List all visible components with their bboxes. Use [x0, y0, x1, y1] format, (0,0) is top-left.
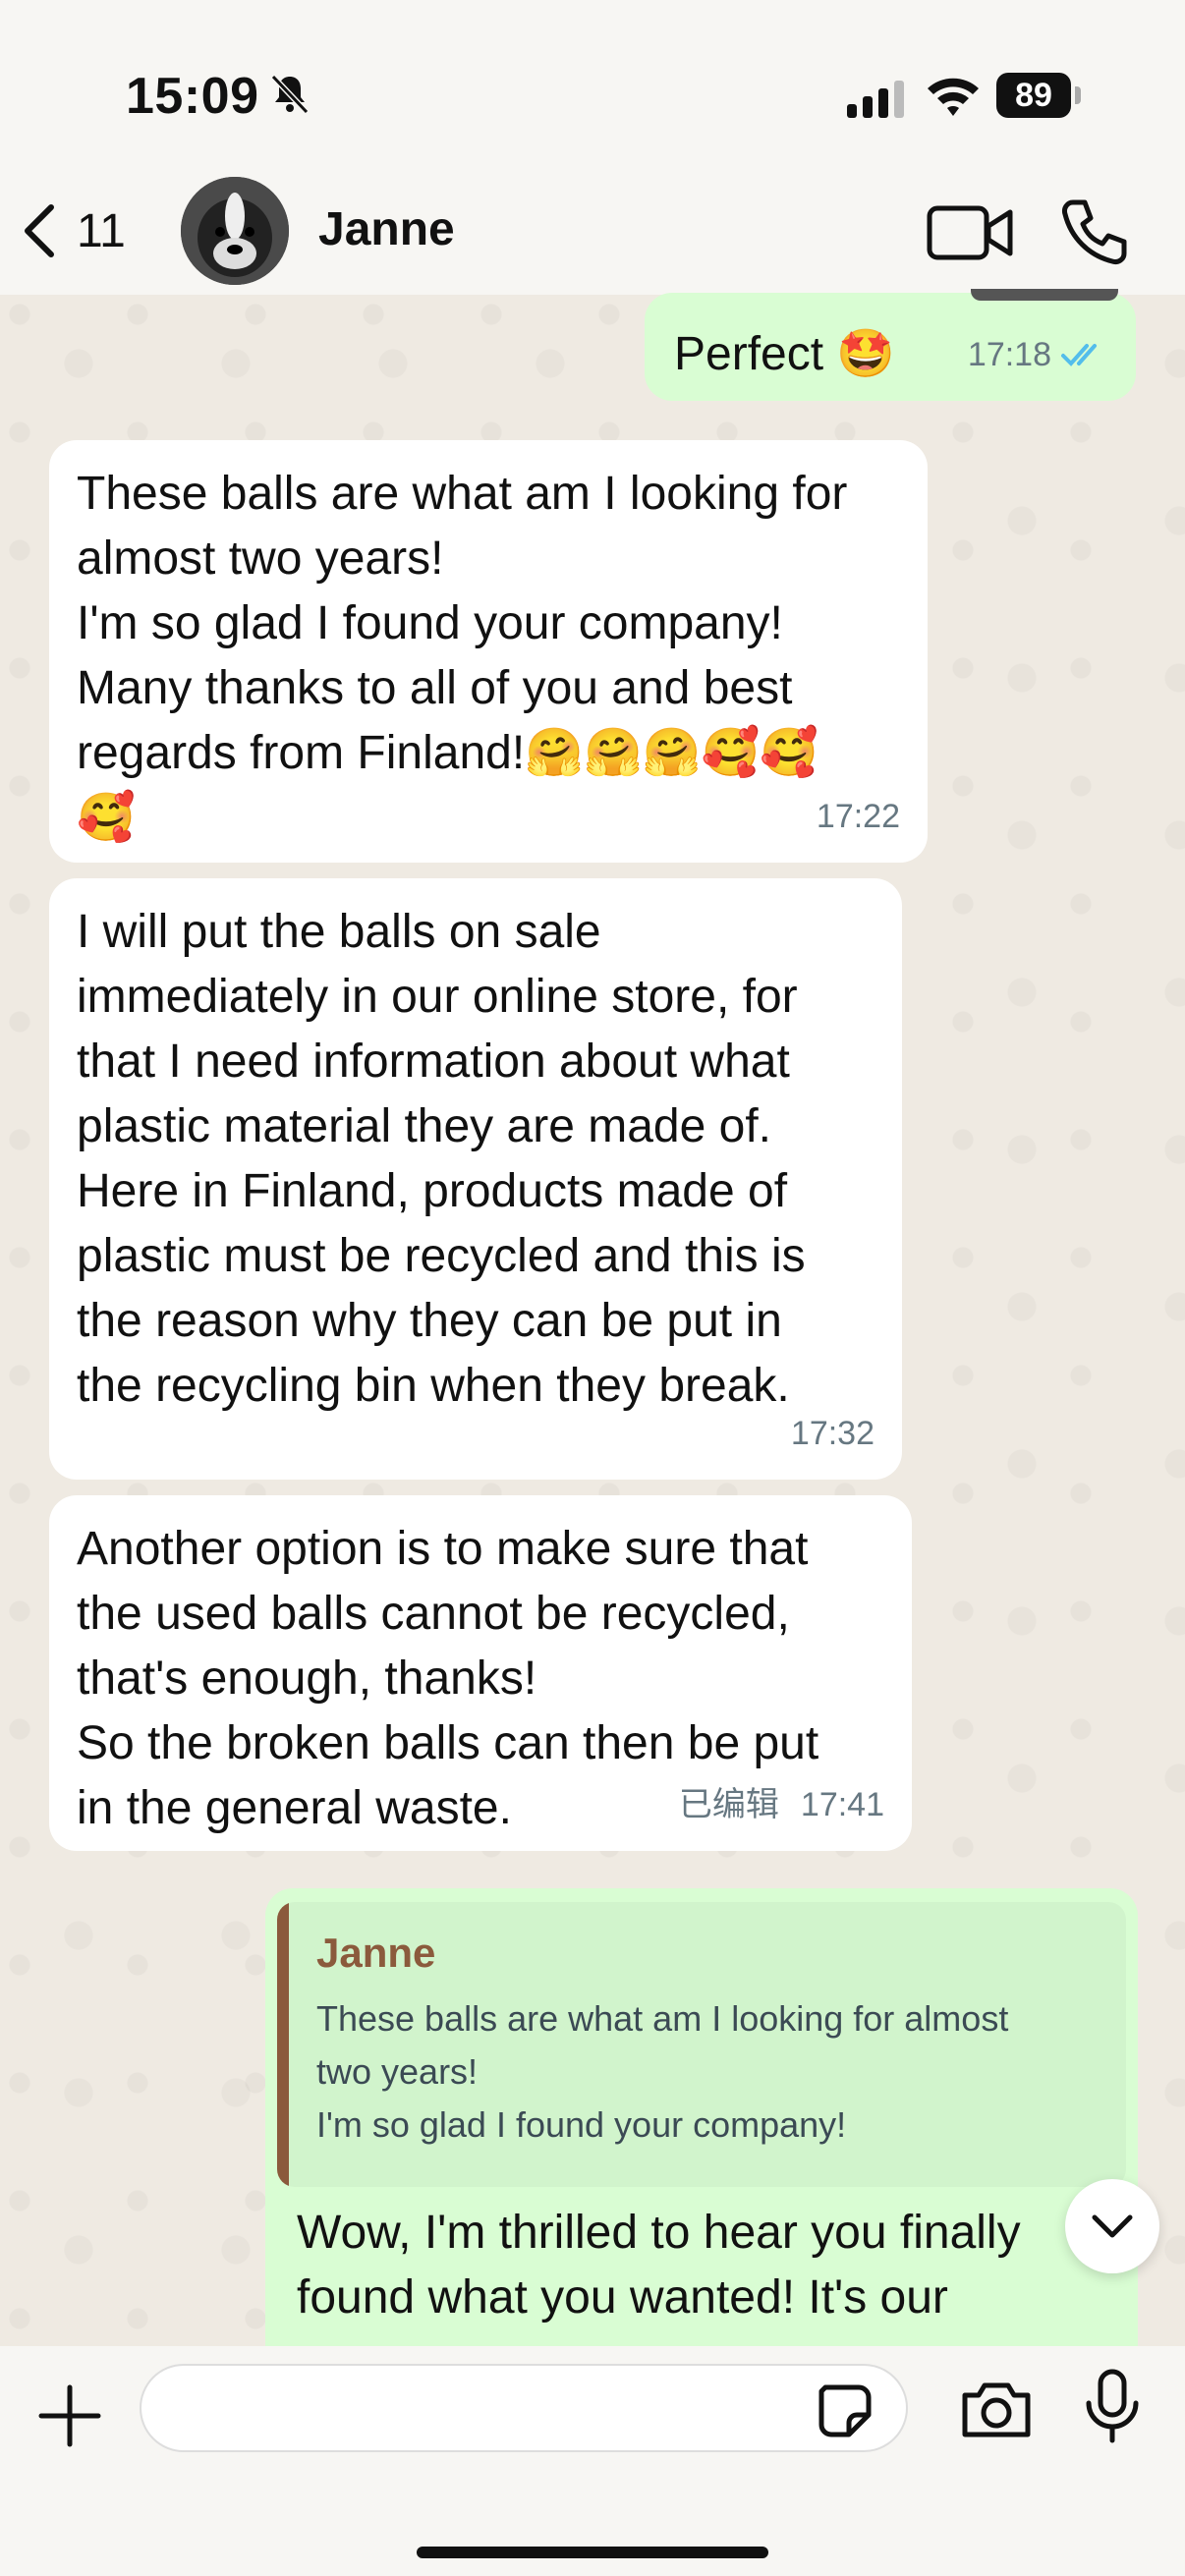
message-text: Wow, I'm thrilled to hear you finally fo…: [297, 2207, 1021, 2324]
plus-icon[interactable]: [35, 2381, 104, 2450]
silent-bell-icon: [270, 74, 310, 115]
message-meta: 17:22: [817, 784, 900, 849]
back-button[interactable]: 11: [20, 196, 147, 265]
scroll-to-bottom-button[interactable]: [1065, 2179, 1159, 2273]
chat-header: 11 Janne: [0, 167, 1185, 295]
chevron-left-icon: [25, 204, 54, 257]
message-input[interactable]: [140, 2364, 908, 2452]
microphone-icon[interactable]: [1081, 2368, 1144, 2446]
status-time: 15:09: [126, 68, 259, 125]
contact-name[interactable]: Janne: [318, 202, 455, 256]
message-time: 17:22: [816, 798, 900, 835]
message-time: 17:32: [790, 1415, 875, 1452]
battery-tip: [1075, 86, 1081, 104]
incoming-message[interactable]: These balls are what am I looking for al…: [49, 440, 928, 863]
message-time: 17:18: [967, 336, 1051, 373]
video-call-icon[interactable]: [926, 200, 1014, 265]
wifi-icon: [928, 78, 979, 116]
message-text: These balls are what am I looking for al…: [77, 468, 848, 844]
status-bar: 15:09 89: [0, 0, 1185, 187]
message-meta: 17:18: [968, 322, 1108, 387]
phone-call-icon[interactable]: [1059, 196, 1130, 267]
message-meta: 已编辑 17:41: [679, 1772, 884, 1837]
unread-count: 11: [77, 204, 126, 257]
chevron-down-icon: [1092, 2214, 1133, 2238]
message-text: Perfect 🤩: [674, 328, 896, 380]
quoted-message[interactable]: Janne These balls are what am I looking …: [277, 1902, 1126, 2187]
sticker-icon[interactable]: [816, 2381, 875, 2440]
message-time: 17:41: [800, 1786, 884, 1823]
message-text: I will put the balls on sale immediately…: [77, 906, 806, 1412]
quoted-text: These balls are what am I looking for al…: [316, 1998, 1009, 2145]
quote-accent-bar: [277, 1902, 289, 2187]
incoming-message[interactable]: I will put the balls on sale immediately…: [49, 878, 902, 1480]
incoming-message[interactable]: Another option is to make sure that the …: [49, 1495, 912, 1851]
avatar[interactable]: [181, 177, 289, 285]
contact-photo: [181, 177, 289, 285]
quoted-sender: Janne: [316, 1930, 436, 1976]
message-meta: 17:32: [791, 1401, 875, 1466]
outgoing-message[interactable]: Perfect 🤩 17:18: [645, 289, 1136, 401]
home-indicator: [417, 2547, 768, 2558]
cellular-signal-icon: [847, 81, 904, 118]
image-preview-edge: [971, 289, 1118, 301]
read-receipt-icon: [1061, 344, 1097, 366]
battery-level: 89: [996, 73, 1071, 118]
message-composer: [0, 2346, 1185, 2576]
camera-icon[interactable]: [959, 2378, 1034, 2440]
edited-label: 已编辑: [678, 1786, 779, 1823]
battery-indicator: 89: [996, 73, 1081, 118]
